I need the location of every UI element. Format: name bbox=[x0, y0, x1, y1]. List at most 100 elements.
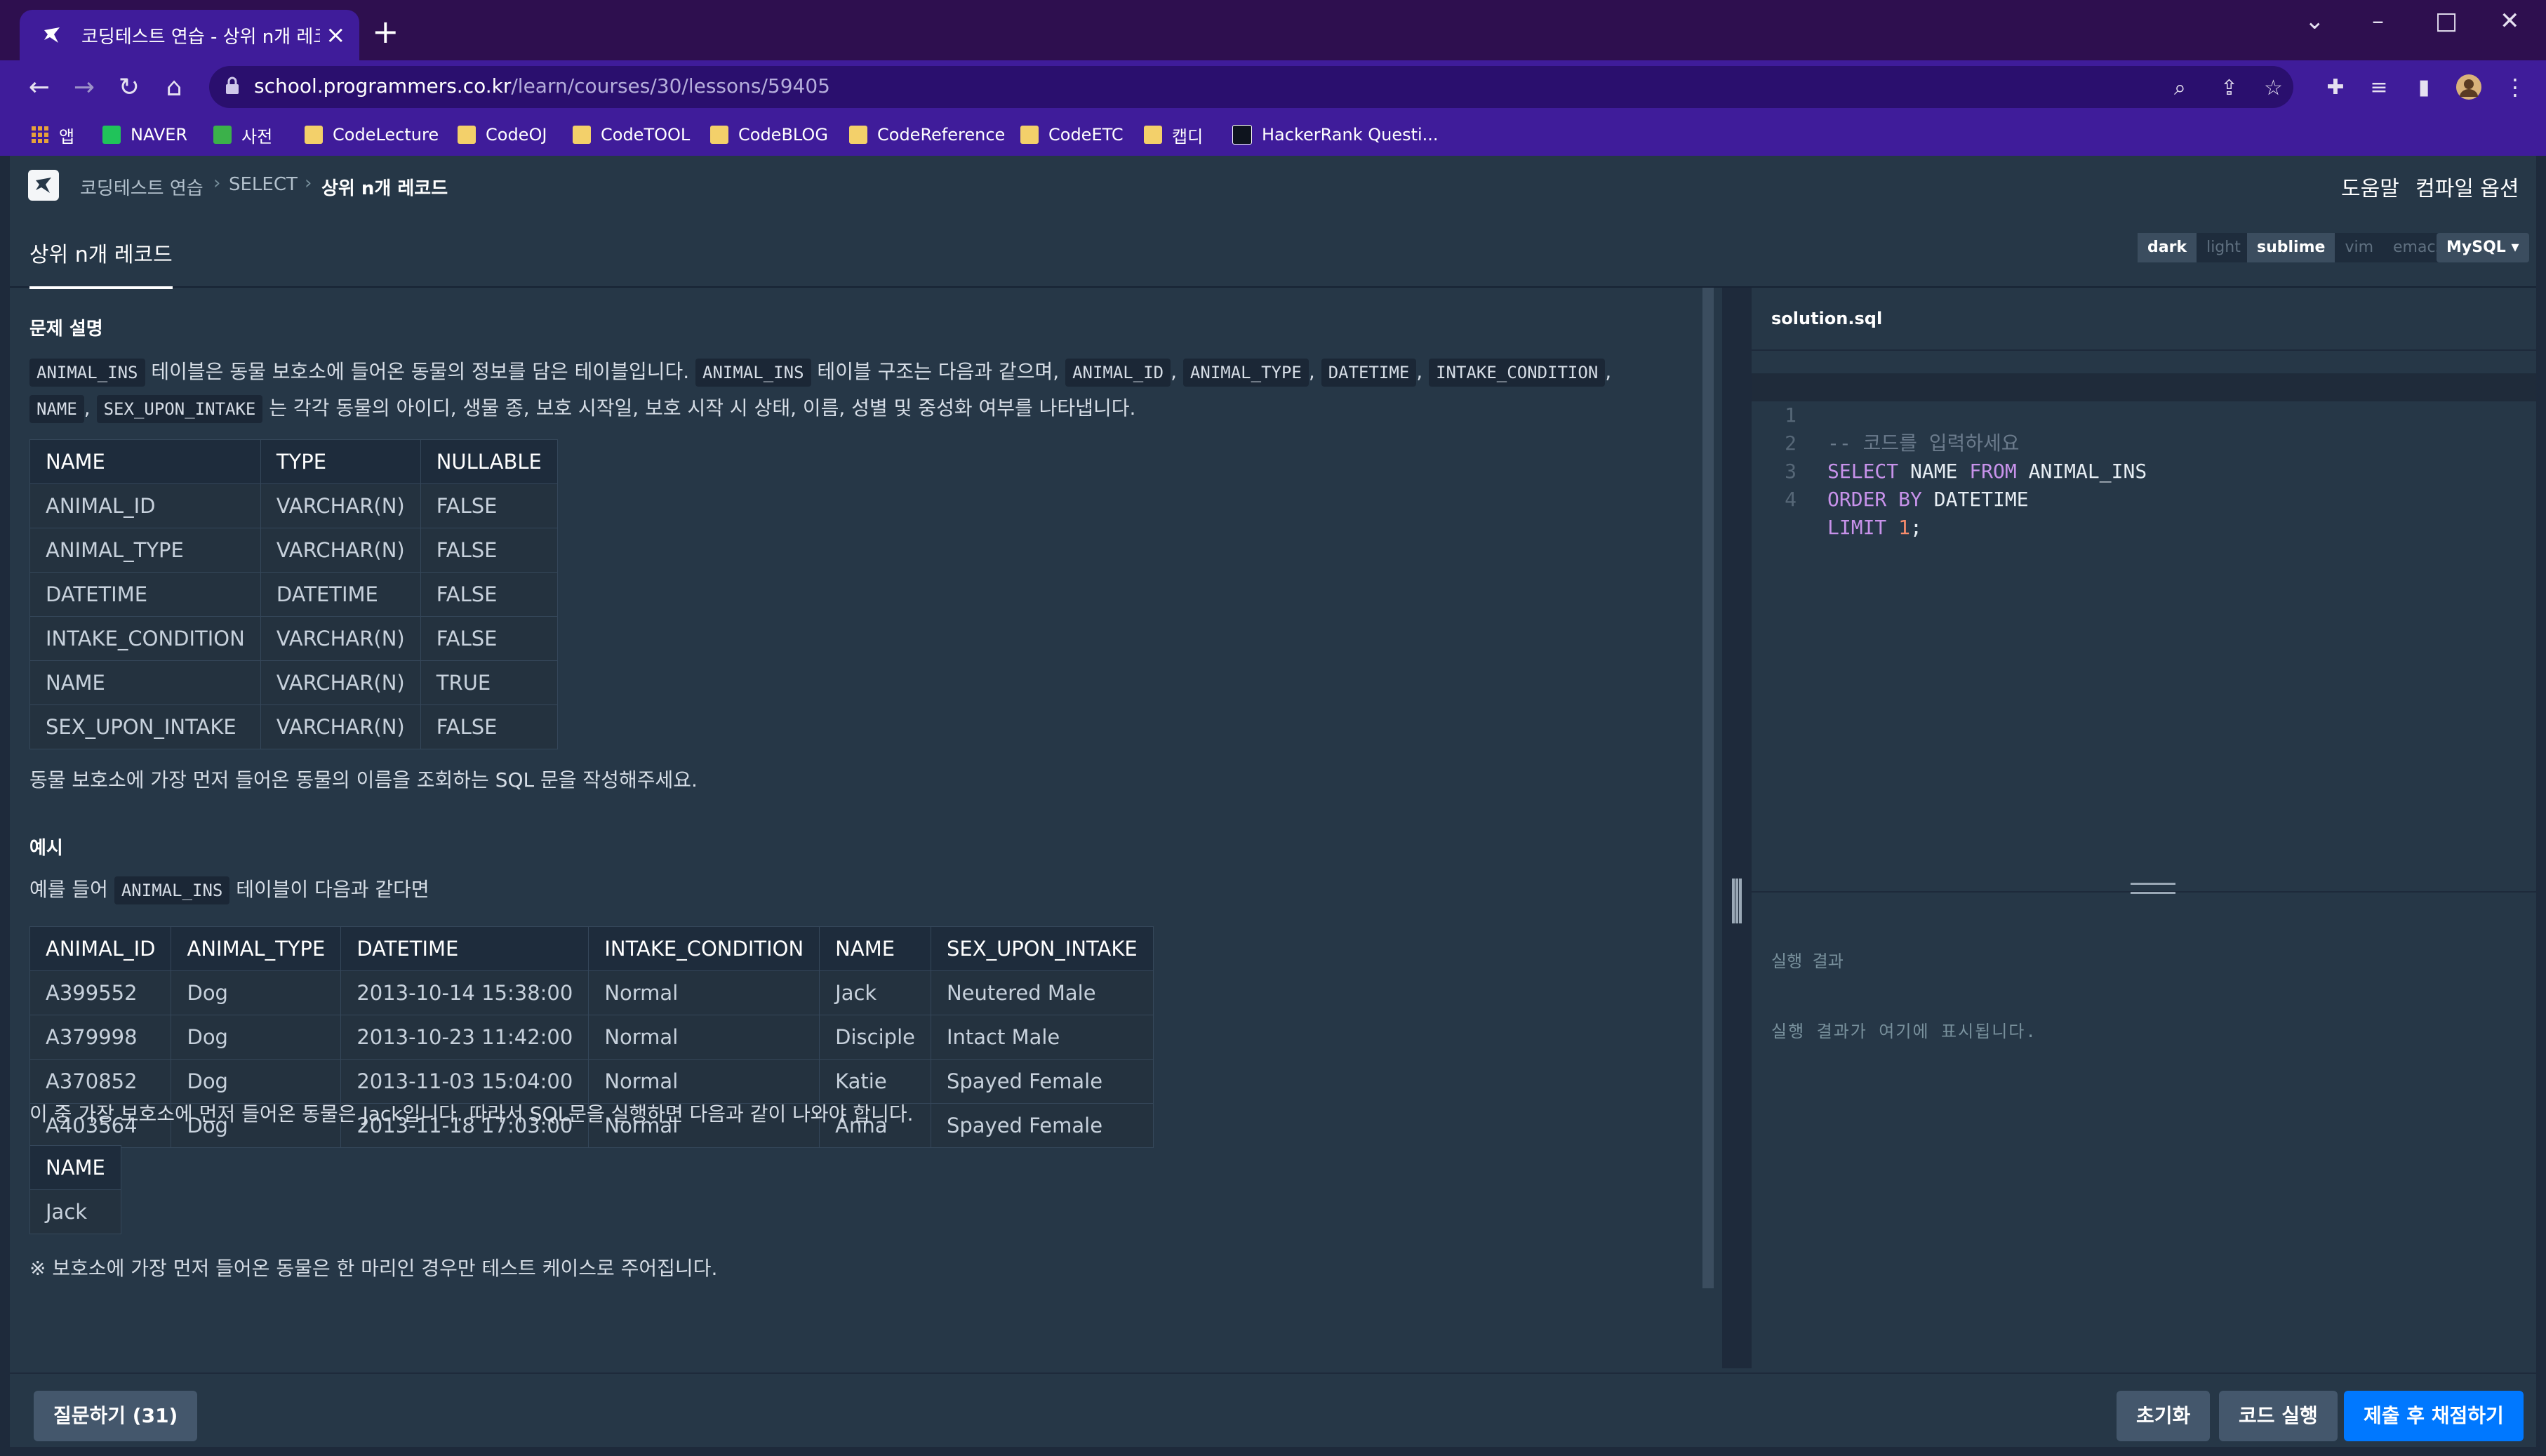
problem-intro-line1: ANIMAL_INS 테이블은 동물 보호소에 들어온 동물의 정보를 담은 테… bbox=[29, 354, 1611, 391]
column-header: INTAKE_CONDITION bbox=[588, 926, 820, 971]
help-link[interactable]: 도움말 bbox=[2341, 171, 2399, 202]
bookmark-star-icon[interactable]: ☆ bbox=[2264, 76, 2283, 100]
code-text: LIMIT 1; bbox=[1827, 514, 1922, 542]
inline-code: ANIMAL_INS bbox=[695, 359, 811, 387]
table-cell: VARCHAR(N) bbox=[260, 616, 421, 661]
problem-scrollbar[interactable] bbox=[1702, 288, 1714, 1288]
table-cell: Intact Male bbox=[930, 1015, 1154, 1060]
zoom-search-icon[interactable]: ⌕ bbox=[2174, 76, 2186, 100]
table-cell: FALSE bbox=[420, 528, 558, 573]
bookmark-codelecture[interactable]: CodeLecture bbox=[305, 121, 439, 149]
extensions-icon[interactable]: ✚ bbox=[2319, 70, 2352, 104]
table-cell: DATETIME bbox=[260, 572, 421, 617]
bookmark-codetool[interactable]: CodeTOOL bbox=[573, 121, 690, 149]
reading-list-icon[interactable]: ≡ bbox=[2362, 70, 2396, 104]
table-cell: 2013-10-14 15:38:00 bbox=[340, 970, 589, 1015]
bookmarks-bar: 앱 NAVER 사전 CodeLecture CodeOJ CodeTOOL C… bbox=[0, 114, 2546, 156]
new-tab-icon[interactable]: + bbox=[372, 15, 399, 48]
table-header-row: NAME TYPE NULLABLE bbox=[29, 439, 558, 484]
table-row: A379998 Dog 2013-10-23 11:42:00 Normal Disci… bbox=[29, 1015, 1154, 1060]
keymap-sublime-option[interactable]: sublime bbox=[2247, 233, 2335, 262]
address-bar[interactable]: school.programmers.co.kr/learn/courses/3… bbox=[209, 66, 2293, 108]
bookmark-capd[interactable]: 캡디 bbox=[1144, 121, 1203, 149]
text: 테이블이 다음과 같다면 bbox=[229, 878, 429, 901]
share-icon[interactable]: ⇪ bbox=[2220, 76, 2238, 100]
inline-code: SEX_UPON_INTAKE bbox=[96, 395, 263, 423]
table-cell: TRUE bbox=[420, 660, 558, 705]
sql-number: 1 bbox=[1898, 516, 1911, 539]
text: 예를 들어 bbox=[29, 878, 114, 901]
compile-options-link[interactable]: 컴파일 옵션 bbox=[2415, 171, 2519, 202]
table-cell: Normal bbox=[588, 1015, 820, 1060]
table-cell: Jack bbox=[29, 1189, 121, 1234]
tab-title: 코딩테스트 연습 - 상위 n개 레코 bbox=[81, 26, 320, 48]
bookmark-hackerrank[interactable]: HackerRank Questi... bbox=[1232, 121, 1439, 149]
result-divider[interactable] bbox=[1752, 883, 2536, 894]
code-line[interactable]: 4 LIMIT 1; bbox=[1752, 457, 2536, 539]
inline-code: ANIMAL_INS bbox=[114, 876, 230, 904]
bookmark-codereference[interactable]: CodeReference bbox=[849, 121, 1005, 149]
tab-problem[interactable]: 상위 n개 레코드 bbox=[29, 237, 173, 289]
home-icon[interactable]: ⌂ bbox=[157, 70, 191, 104]
bookmark-label: 앱 bbox=[59, 126, 75, 147]
code-line[interactable]: 2 SELECT NAME FROM ANIMAL_INS bbox=[1752, 401, 2536, 483]
bookmark-codeoj[interactable]: CodeOJ bbox=[458, 121, 547, 149]
minimize-icon[interactable]: – bbox=[2372, 7, 2384, 35]
bookmark-label: 사전 bbox=[241, 126, 273, 147]
result-resize-grip-icon[interactable] bbox=[2131, 883, 2175, 894]
column-header: ANIMAL_ID bbox=[29, 926, 172, 971]
splitter-grip-icon[interactable] bbox=[1732, 879, 1742, 923]
tab-close-icon[interactable]: × bbox=[326, 21, 346, 49]
forward-icon[interactable]: → bbox=[67, 70, 101, 104]
language-select-value[interactable]: MySQL ▾ bbox=[2437, 233, 2529, 262]
caret-down-icon: ▾ bbox=[2511, 239, 2519, 256]
run-code-button[interactable]: 코드 실행 bbox=[2219, 1391, 2338, 1441]
browser-toolbar: ← → ↻ ⌂ school.programmers.co.kr/learn/c… bbox=[0, 60, 2546, 114]
table-row: ANIMAL_TYPE VARCHAR(N) FALSE bbox=[29, 528, 558, 573]
browser-tab[interactable]: 코딩테스트 연습 - 상위 n개 레코 × bbox=[20, 10, 359, 60]
bookmark-label: CodeOJ bbox=[486, 125, 547, 145]
theme-dark-option[interactable]: dark bbox=[2138, 233, 2197, 262]
problem-intro-line2: NAME, SEX_UPON_INTAKE 는 각각 동물의 아이디, 생물 종… bbox=[29, 390, 1135, 427]
table-cell: VARCHAR(N) bbox=[260, 528, 421, 573]
code-line[interactable]: 1 -- 코드를 입력하세요 bbox=[1752, 373, 2536, 455]
reload-icon[interactable]: ↻ bbox=[112, 70, 146, 104]
table-cell: Normal bbox=[588, 970, 820, 1015]
profile-avatar[interactable] bbox=[2452, 70, 2486, 104]
breadcrumb-coding-test[interactable]: 코딩테스트 연습 bbox=[80, 174, 204, 200]
bookmark-naver[interactable]: NAVER bbox=[102, 121, 187, 149]
code-line[interactable]: 3 ORDER BY DATETIME bbox=[1752, 429, 2536, 511]
language-select[interactable]: MySQL ▾ bbox=[2427, 233, 2529, 262]
code-text: ORDER BY DATETIME bbox=[1827, 486, 2029, 514]
close-window-icon[interactable]: ✕ bbox=[2500, 7, 2520, 35]
url-text: school.programmers.co.kr/learn/courses/3… bbox=[254, 74, 830, 98]
line-number: 4 bbox=[1785, 488, 1797, 511]
breadcrumb-select[interactable]: SELECT bbox=[229, 174, 298, 195]
side-panel-icon[interactable]: ▮ bbox=[2407, 70, 2441, 104]
theme-light-option[interactable]: light bbox=[2197, 233, 2251, 262]
programmers-logo-icon[interactable] bbox=[28, 170, 59, 201]
ask-question-button[interactable]: 질문하기 (31) bbox=[34, 1391, 198, 1441]
table-cell: FALSE bbox=[420, 704, 558, 749]
bookmark-apps[interactable]: 앱 bbox=[31, 121, 74, 149]
keymap-vim-option[interactable]: vim bbox=[2335, 233, 2383, 262]
bookmark-label: NAVER bbox=[131, 125, 188, 145]
reset-button[interactable]: 초기화 bbox=[2117, 1391, 2211, 1441]
bookmark-label: 캡디 bbox=[1172, 126, 1204, 147]
back-icon[interactable]: ← bbox=[22, 70, 56, 104]
submit-button[interactable]: 제출 후 채점하기 bbox=[2344, 1391, 2524, 1441]
url-path: /learn/courses/30/lessons/59405 bbox=[511, 74, 830, 98]
browser-menu-icon[interactable]: ⋮ bbox=[2498, 70, 2532, 104]
maximize-icon[interactable]: □ bbox=[2435, 7, 2458, 35]
sql-punctuation: ; bbox=[1910, 516, 1922, 539]
folder-icon bbox=[305, 126, 323, 144]
browser-tabstrip: 코딩테스트 연습 - 상위 n개 레코 × + ⌄ – □ ✕ bbox=[0, 0, 2546, 60]
pane-splitter[interactable] bbox=[1722, 288, 1752, 1368]
table-cell: Dog bbox=[171, 970, 342, 1015]
bookmark-codeetc[interactable]: CodeETC bbox=[1020, 121, 1124, 149]
bookmark-codeblog[interactable]: CodeBLOG bbox=[710, 121, 828, 149]
sql-keyword: LIMIT bbox=[1827, 516, 1887, 539]
table-cell: VARCHAR(N) bbox=[260, 483, 421, 528]
tab-search-chevron-icon[interactable]: ⌄ bbox=[2305, 7, 2325, 35]
bookmark-dictionary[interactable]: 사전 bbox=[213, 121, 272, 149]
